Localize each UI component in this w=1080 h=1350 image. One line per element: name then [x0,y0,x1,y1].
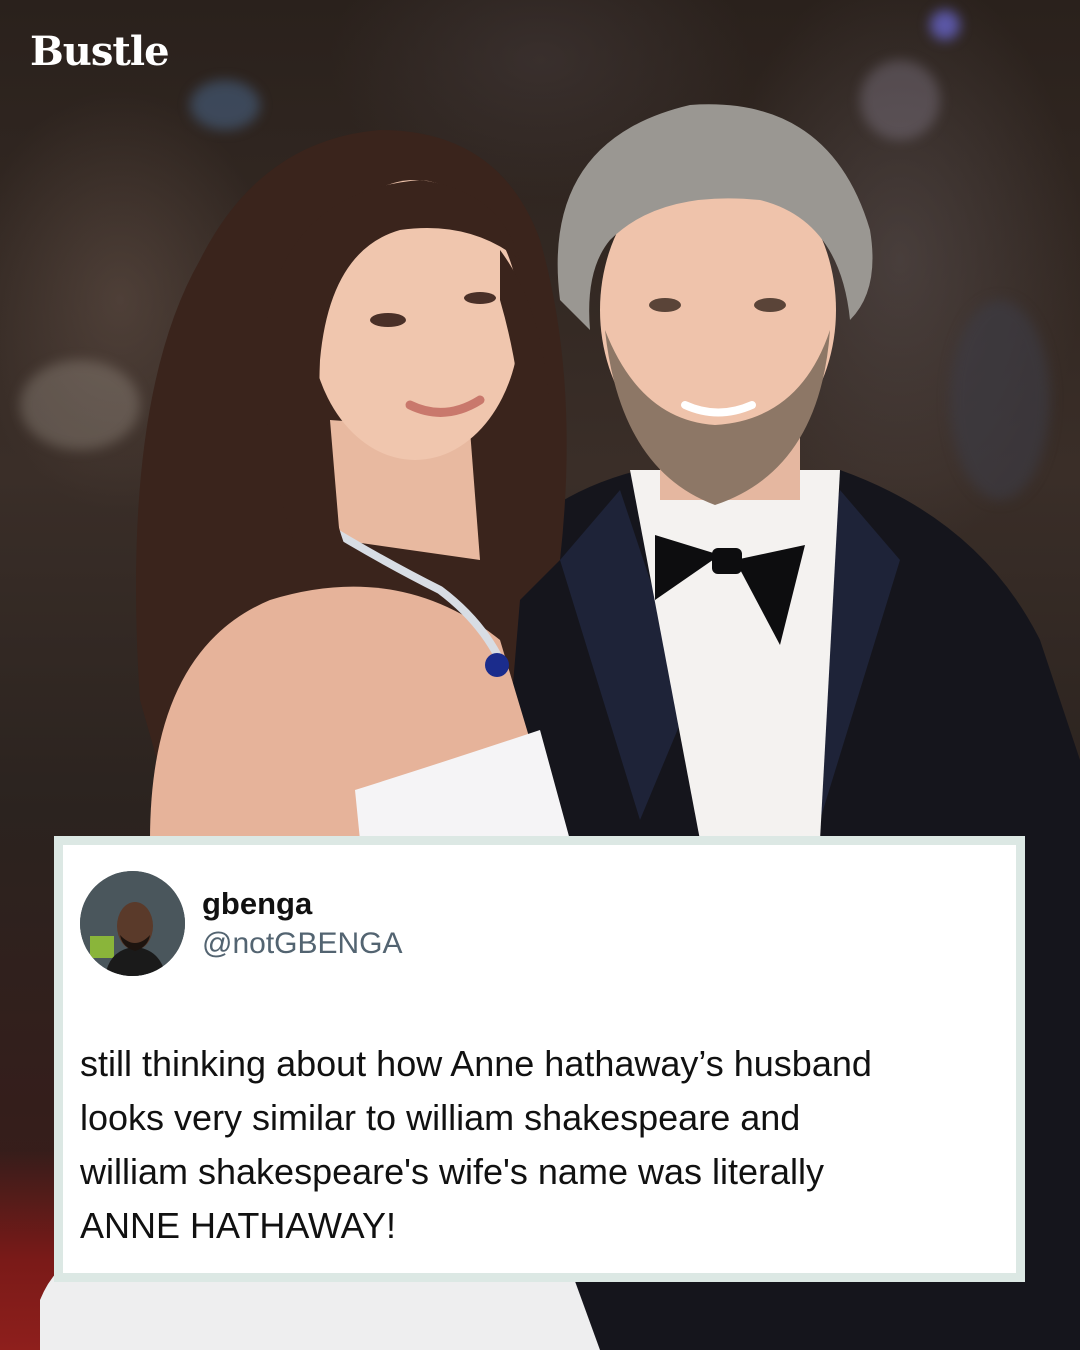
post-image: Bustle gbenga @notGBENGA still thinking … [0,0,1080,1350]
tweet-text: still thinking about how Anne hathaway’s… [80,1037,1010,1253]
user-handle[interactable]: @notGBENGA [202,925,403,963]
tweet-text-line: still thinking about how Anne hathaway’s… [80,1043,872,1084]
display-name[interactable]: gbenga [202,885,403,923]
tweet-text-line: looks very similar to william shakespear… [80,1097,801,1138]
tweet-card: gbenga @notGBENGA still thinking about h… [54,836,1025,1282]
avatar-icon [80,871,185,976]
tweet-text-line: ANNE HATHAWAY! [80,1205,397,1246]
tweet-text-line: william shakespeare's wife's name was li… [80,1151,825,1192]
tweet-author: gbenga @notGBENGA [202,885,403,963]
user-avatar-photo[interactable] [80,871,185,976]
tweet-header: gbenga @notGBENGA [80,871,403,976]
bustle-logo: Bustle [30,28,170,75]
